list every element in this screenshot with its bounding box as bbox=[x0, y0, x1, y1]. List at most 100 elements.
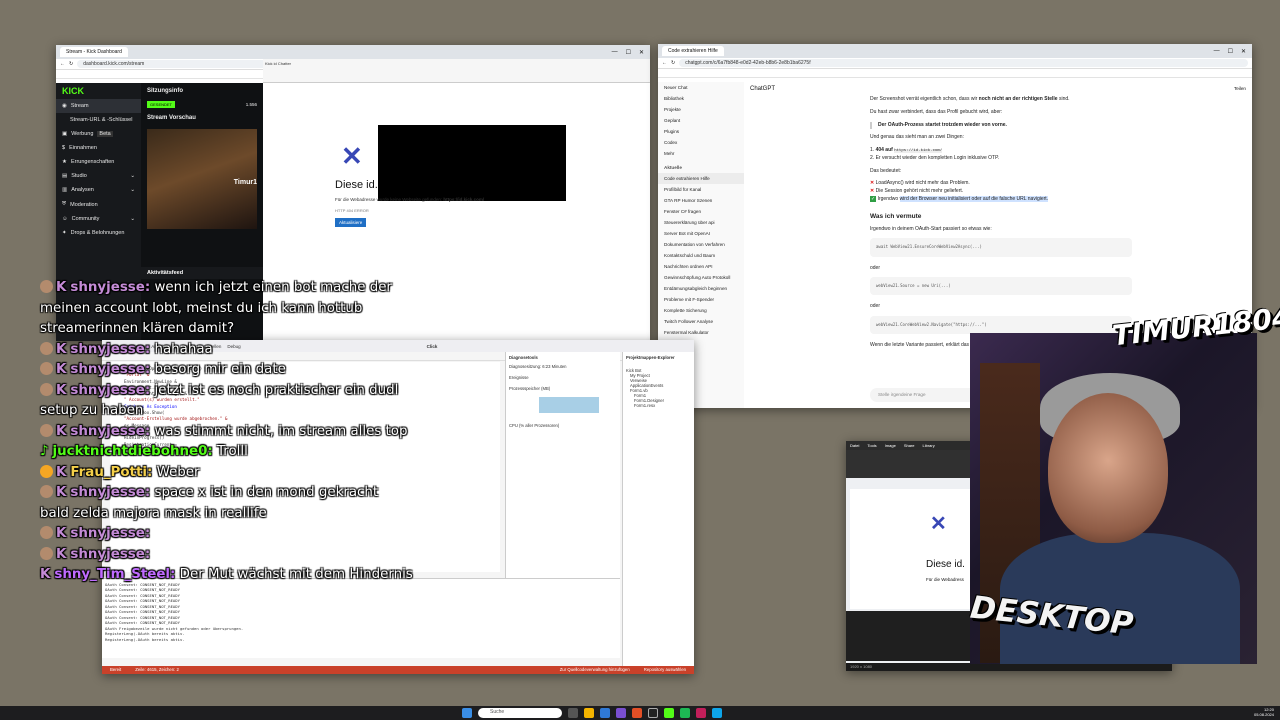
code-block[interactable]: webView21.Source = new Uri(...) bbox=[870, 277, 1132, 296]
chatgpt-address-bar[interactable]: chatgpt.com/c/6a7fb848-e0d2-42eb-b8b6-2e… bbox=[679, 59, 1248, 67]
projects-item[interactable]: Projekte bbox=[658, 104, 744, 115]
vs-icon[interactable] bbox=[616, 708, 626, 718]
chevron-down-icon: ⌄ bbox=[130, 173, 135, 179]
output-panel[interactable]: OAuth Consent: CONSENT_NOT_READY OAuth C… bbox=[102, 578, 620, 658]
library-item[interactable]: Bibliothek bbox=[658, 93, 744, 104]
code-block[interactable]: await WebView21.EnsureCoreWebView2Async(… bbox=[870, 238, 1132, 257]
windows-taskbar: Suche 12:20 05.08.2024 bbox=[0, 706, 1280, 720]
kick-tab[interactable]: Stream - Kick Dashboard bbox=[60, 47, 128, 57]
avatar bbox=[40, 280, 53, 293]
vs-status-bar: Bereit Zeile: 4615, Zeichen: 2 Zur Quell… bbox=[102, 666, 694, 674]
chat-item[interactable]: Entdämungsabgleich beginnen bbox=[658, 283, 744, 294]
chat-item[interactable]: GTA RP Humor Szenen bbox=[658, 195, 744, 206]
chat-message: Kshnyjesse: hahahaa bbox=[40, 340, 440, 361]
chat-item[interactable]: Server Bot mit OpenAI bbox=[658, 228, 744, 239]
chat-item[interactable]: Fenster C# fragen bbox=[658, 206, 744, 217]
redaction-box bbox=[378, 125, 566, 201]
sidebar-item-moderation[interactable]: ⛨ Moderation bbox=[56, 197, 141, 212]
app-icon[interactable] bbox=[712, 708, 722, 718]
paint-canvas[interactable]: ✕ Diese id. Für die Webadress bbox=[850, 489, 980, 609]
viewer-count: 1.556 bbox=[245, 102, 257, 107]
chat-item[interactable]: Nachrichten ordnen API bbox=[658, 261, 744, 272]
new-chat-item[interactable]: Neuer Chat bbox=[658, 82, 744, 93]
taskbar-clock[interactable]: 12:20 05.08.2024 bbox=[1254, 707, 1274, 717]
sidebar-item-errungenschaften[interactable]: ★ Errungenschaften bbox=[56, 155, 141, 169]
stream-preview[interactable]: Timur1 bbox=[147, 129, 257, 229]
back-icon[interactable]: ← bbox=[60, 61, 65, 67]
chat-item[interactable]: Twitch Follower Analyse bbox=[658, 316, 744, 327]
chat-item[interactable]: Dokumentation von Verfahren bbox=[658, 239, 744, 250]
reload-icon[interactable]: ↻ bbox=[69, 61, 73, 67]
gift-icon: ✦ bbox=[62, 230, 67, 236]
diagnostics-panel: Diagnosetools Diagnosesitzung: 6:23 Minu… bbox=[505, 352, 620, 578]
edge-icon[interactable] bbox=[600, 708, 610, 718]
repository-button[interactable]: Repository auswählen bbox=[644, 667, 686, 673]
tree-item[interactable]: Form1.resx bbox=[626, 403, 691, 408]
more-item[interactable]: Mehr bbox=[658, 148, 744, 159]
chat-item[interactable]: Kontaktschuld und Baum bbox=[658, 250, 744, 261]
taskview-icon[interactable] bbox=[568, 708, 578, 718]
back-icon[interactable]: ← bbox=[662, 60, 667, 66]
sidebar-item-einnahmen[interactable]: $ Einnahmen bbox=[56, 141, 141, 155]
chevron-down-icon: ⌄ bbox=[130, 187, 135, 193]
sidebar-item-drops[interactable]: ✦ Drops & Belohnungen bbox=[56, 226, 141, 240]
kick-tabstrip: Stream - Kick Dashboard — ☐ ✕ bbox=[56, 45, 650, 59]
menu-item[interactable]: Image bbox=[885, 443, 896, 448]
stream-preview-title: Stream Vorschau bbox=[147, 115, 196, 121]
scheduled-item[interactable]: Geplant bbox=[658, 115, 744, 126]
recent-label: Aktuelle bbox=[664, 165, 682, 170]
menu-item[interactable]: Share bbox=[904, 443, 915, 448]
share-button[interactable]: Teilen bbox=[1234, 86, 1246, 92]
avatar bbox=[40, 341, 53, 355]
chat-item[interactable]: Probleme mit F-Spender bbox=[658, 294, 744, 305]
chat-item[interactable]: Profilbild für Kanal bbox=[658, 184, 744, 195]
chatgpt-tab[interactable]: Code extrahieren Hilfe bbox=[662, 46, 724, 56]
chat-item[interactable]: Fenstermal Kalkulator bbox=[658, 327, 744, 338]
maximize-icon[interactable]: ☐ bbox=[1228, 48, 1233, 55]
menu-item[interactable]: Tools bbox=[867, 443, 876, 448]
chat-item[interactable]: Gewinnschöpfung Auto Protokoll bbox=[658, 272, 744, 283]
sidebar-item-stream[interactable]: ◉ Stream bbox=[56, 99, 141, 113]
start-icon[interactable] bbox=[462, 708, 472, 718]
chat-item[interactable]: Code extrahieren Hilfe bbox=[658, 173, 744, 184]
chat-item[interactable]: Komplette Sicherung bbox=[658, 305, 744, 316]
sidebar-item-stream-key[interactable]: Stream-URL & -Schlüssel bbox=[56, 113, 141, 127]
sidebar-item-studio[interactable]: ▤ Studio ⌄ bbox=[56, 169, 141, 183]
avatar bbox=[40, 423, 53, 437]
chat-message: K Frau_Potti: Weber bbox=[40, 463, 440, 484]
source-control-button[interactable]: Zur Quellcodeverwaltung hinzufügen bbox=[560, 667, 630, 673]
chrome-icon[interactable] bbox=[632, 708, 642, 718]
model-selector[interactable]: ChatGPT bbox=[750, 86, 775, 92]
menu-item[interactable]: Library bbox=[923, 443, 935, 448]
chat-message: Kshnyjesse: bbox=[40, 524, 440, 545]
chat-message: Kshnyjesse: bbox=[40, 545, 440, 566]
code-block[interactable]: webView21.CoreWebView2.Navigate("https:/… bbox=[870, 316, 1132, 335]
obs-icon[interactable] bbox=[648, 708, 658, 718]
close-icon[interactable]: ✕ bbox=[1241, 48, 1246, 55]
taskbar-search[interactable]: Suche bbox=[478, 708, 562, 718]
users-icon: ☺ bbox=[62, 216, 68, 222]
maximize-icon[interactable]: ☐ bbox=[626, 49, 631, 56]
chat-item[interactable]: Steuererklärung über api bbox=[658, 217, 744, 228]
section-heading: Was ich vermute bbox=[870, 212, 922, 220]
sidebar-item-werbung[interactable]: ▣ Werbung Beta bbox=[56, 127, 141, 141]
kick-icon[interactable] bbox=[664, 708, 674, 718]
cross-icon: ✕ bbox=[870, 188, 875, 194]
kick-logo[interactable]: KICK bbox=[56, 83, 141, 99]
explorer-icon[interactable] bbox=[584, 708, 594, 718]
app-icon[interactable] bbox=[680, 708, 690, 718]
reload-button[interactable]: Aktualisiere bbox=[335, 218, 367, 227]
minimize-icon[interactable]: — bbox=[612, 49, 618, 56]
minimize-icon[interactable]: — bbox=[1214, 48, 1220, 55]
menu-item[interactable]: Datei bbox=[850, 443, 859, 448]
sidebar-item-analysen[interactable]: ▥ Analysen ⌄ bbox=[56, 183, 141, 197]
codex-item[interactable]: Codex bbox=[658, 137, 744, 148]
app-icon[interactable] bbox=[696, 708, 706, 718]
plugins-item[interactable]: Plugins bbox=[658, 126, 744, 137]
ad-icon: ▣ bbox=[62, 131, 68, 137]
sidebar-item-community[interactable]: ☺ Community ⌄ bbox=[56, 212, 141, 226]
x-logo-icon: ✕ bbox=[341, 141, 363, 171]
close-icon[interactable]: ✕ bbox=[639, 49, 644, 56]
shield-icon: ⛨ bbox=[62, 201, 67, 207]
reload-icon[interactable]: ↻ bbox=[671, 60, 675, 66]
